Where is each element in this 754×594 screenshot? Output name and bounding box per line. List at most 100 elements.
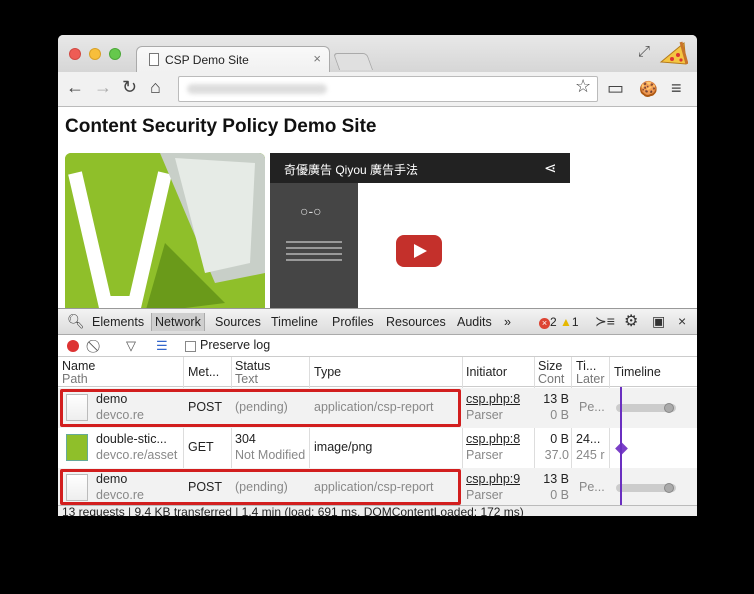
tab-timeline[interactable]: Timeline bbox=[271, 315, 318, 329]
devco-sticker-image bbox=[65, 153, 265, 308]
video-title-bar: 奇優廣告 Qiyou 廣告手法 ⋖ bbox=[270, 153, 570, 183]
request-method: GET bbox=[188, 440, 214, 454]
initiator-link[interactable]: csp.php:8 bbox=[466, 431, 520, 447]
forward-icon[interactable]: → bbox=[94, 77, 112, 98]
tab-resources[interactable]: Resources bbox=[386, 315, 446, 329]
home-icon[interactable]: ⌂ bbox=[150, 77, 161, 98]
col-path-label: Path bbox=[62, 372, 88, 386]
request-size: 13 B bbox=[543, 392, 569, 406]
page-content: Content Security Policy Demo Site 奇優廣告 Q… bbox=[58, 107, 697, 308]
share-icon[interactable]: ⋖ bbox=[544, 159, 557, 177]
preserve-log-checkbox[interactable] bbox=[185, 341, 196, 352]
tab-csp-demo[interactable]: CSP Demo Site × bbox=[136, 46, 330, 72]
close-window-button[interactable] bbox=[69, 48, 81, 60]
minimize-window-button[interactable] bbox=[89, 48, 101, 60]
request-status: 304 bbox=[235, 432, 256, 446]
warning-icon: ▲ bbox=[560, 315, 572, 329]
record-button[interactable] bbox=[67, 340, 79, 352]
devtools-panel: 🔍︎ Elements Network Sources Timeline Pro… bbox=[58, 308, 697, 516]
error-icon: × bbox=[539, 318, 550, 329]
video-title: 奇優廣告 Qiyou 廣告手法 bbox=[284, 163, 419, 177]
devtools-tab-bar: 🔍︎ Elements Network Sources Timeline Pro… bbox=[58, 309, 697, 335]
request-content-size: 0 B bbox=[550, 488, 569, 502]
col-timeline[interactable]: Timeline bbox=[614, 366, 661, 379]
initiator-type: Parser bbox=[466, 448, 503, 462]
request-time: 24... bbox=[576, 432, 601, 446]
close-devtools-icon[interactable]: × bbox=[678, 313, 686, 329]
request-content-size: 0 B bbox=[550, 408, 569, 422]
col-status-text-label: Text bbox=[235, 372, 258, 386]
menu-icon[interactable]: ≡ bbox=[671, 78, 682, 99]
new-tab-button[interactable] bbox=[332, 53, 374, 70]
initiator-type: Parser bbox=[466, 408, 503, 422]
request-name: double-stic... bbox=[96, 432, 167, 446]
tab-elements[interactable]: Elements bbox=[92, 315, 144, 329]
col-method[interactable]: Met... bbox=[188, 366, 219, 379]
tab-audits[interactable]: Audits bbox=[457, 315, 492, 329]
network-table-header: Name Path Met... Status Text Type Initiato… bbox=[58, 357, 697, 387]
address-bar[interactable] bbox=[178, 76, 598, 102]
highlight-box-csp-report bbox=[60, 469, 461, 505]
tab-strip: CSP Demo Site × ⤢ bbox=[58, 35, 697, 72]
tab-sources[interactable]: Sources bbox=[215, 315, 261, 329]
initiator-link[interactable]: csp.php:9 bbox=[466, 471, 520, 487]
glasses-icon: ○-○ bbox=[300, 203, 322, 219]
col-time[interactable]: Ti... Later bbox=[576, 360, 605, 386]
timeline-end-marker bbox=[664, 403, 674, 413]
initiator-type: Parser bbox=[466, 488, 503, 502]
settings-gear-icon[interactable]: ⚙ bbox=[624, 311, 638, 331]
initiator-link[interactable]: csp.php:8 bbox=[466, 391, 520, 407]
youtube-video-embed[interactable]: 奇優廣告 Qiyou 廣告手法 ⋖ ○-○ bbox=[270, 153, 570, 308]
warning-count: 1 bbox=[571, 315, 579, 329]
page-title: Content Security Policy Demo Site bbox=[65, 116, 377, 137]
tab-network[interactable]: Network bbox=[151, 313, 205, 331]
network-controls: ⃠ ▽ ☰ Preserve log bbox=[58, 335, 697, 357]
video-thumbnail: ○-○ bbox=[270, 183, 358, 308]
thumbnail-text-lines bbox=[286, 241, 342, 265]
request-latency: 245 r bbox=[576, 448, 605, 462]
col-initiator[interactable]: Initiator bbox=[466, 366, 507, 379]
browser-toolbar: ← → ↻ ⌂ ☆ ▭ 🍪 ≡ bbox=[58, 72, 697, 107]
request-size: 13 B bbox=[543, 472, 569, 486]
request-time: Pe... bbox=[579, 400, 605, 414]
more-tabs-icon[interactable]: » bbox=[504, 315, 511, 329]
preserve-log-label: Preserve log bbox=[200, 338, 271, 352]
dock-icon[interactable]: ▣ bbox=[652, 313, 665, 330]
console-counts[interactable]: × 2 ▲1 bbox=[539, 315, 579, 329]
network-summary: 13 requests | 9.4 KB transferred | 1.4 m… bbox=[58, 505, 697, 516]
col-latency-label: Later bbox=[576, 372, 605, 386]
reload-icon[interactable]: ↻ bbox=[122, 77, 137, 98]
tab-profiles[interactable]: Profiles bbox=[332, 315, 374, 329]
search-icon[interactable]: 🔍︎ bbox=[67, 313, 85, 330]
bookmark-star-icon[interactable]: ☆ bbox=[575, 76, 591, 97]
play-button[interactable] bbox=[396, 235, 442, 267]
browser-window: CSP Demo Site × ⤢ ← → ↻ ⌂ ☆ ▭ 🍪 ≡ Conten… bbox=[58, 35, 697, 516]
col-type[interactable]: Type bbox=[314, 366, 341, 379]
timeline-end-marker bbox=[664, 483, 674, 493]
col-name[interactable]: Name Path bbox=[62, 360, 95, 386]
request-size: 0 B bbox=[550, 432, 569, 446]
timeline-dom-loaded-line bbox=[620, 387, 622, 505]
col-status[interactable]: Status Text bbox=[235, 360, 270, 386]
col-content-label: Cont bbox=[538, 372, 565, 386]
cast-icon[interactable]: ▭ bbox=[607, 78, 624, 99]
filter-icon[interactable]: ▽ bbox=[126, 338, 136, 354]
request-status-text: Not Modified bbox=[235, 448, 306, 462]
console-drawer-icon[interactable]: ≻≡ bbox=[595, 313, 615, 330]
zoom-window-button[interactable] bbox=[109, 48, 121, 60]
error-count: 2 bbox=[550, 315, 557, 329]
pizza-icon bbox=[659, 41, 688, 65]
fullscreen-icon[interactable]: ⤢ bbox=[638, 43, 650, 60]
page-icon bbox=[149, 53, 159, 66]
tab-close-icon[interactable]: × bbox=[313, 51, 321, 66]
cookie-icon[interactable]: 🍪 bbox=[639, 80, 658, 98]
table-row[interactable]: double-stic... devco.re/asset GET 304 No… bbox=[58, 428, 697, 468]
blurred-url bbox=[187, 84, 327, 94]
back-icon[interactable]: ← bbox=[66, 77, 84, 98]
highlight-box-csp-report bbox=[60, 389, 461, 427]
request-path: devco.re/asset bbox=[96, 448, 178, 462]
request-time: Pe... bbox=[579, 480, 605, 494]
col-size[interactable]: Size Cont bbox=[538, 360, 564, 386]
list-view-icon[interactable]: ☰ bbox=[156, 338, 168, 354]
tab-title: CSP Demo Site bbox=[165, 53, 249, 67]
